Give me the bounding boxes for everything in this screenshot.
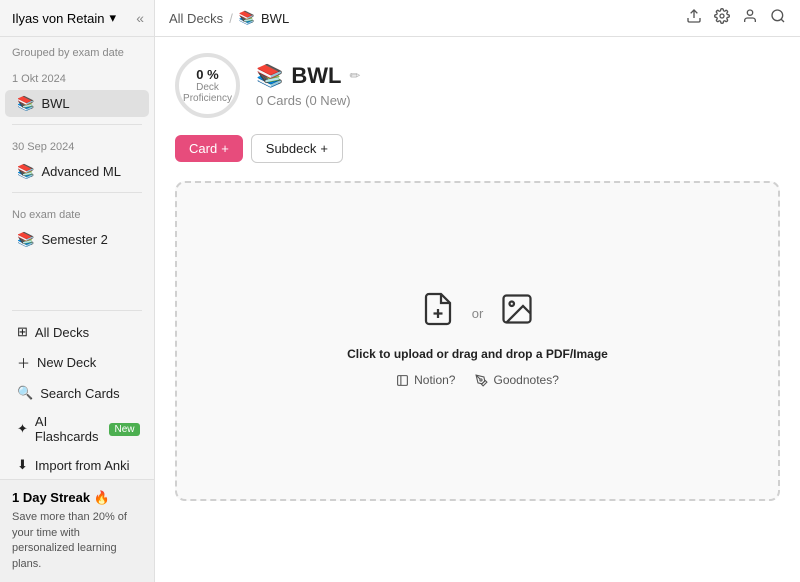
search-cards-icon: 🔍 (17, 385, 33, 401)
ai-flashcards-icon: ✦ (17, 421, 28, 437)
topbar-icons (686, 8, 786, 28)
grouped-label: Grouped by exam date (0, 37, 154, 63)
card-button-label: Card (189, 141, 217, 156)
section-date-2: 30 Sep 2024 (0, 131, 154, 157)
sidebar-item-label-bwl: BWL (41, 96, 69, 111)
user-name: Ilyas von Retain (12, 11, 105, 26)
upload-icons-row: or (420, 291, 536, 335)
proficiency-percent: 0 % (196, 67, 218, 82)
upload-image-icon (499, 291, 535, 335)
section-date-1: 1 Okt 2024 (0, 63, 154, 89)
deck-icon-advanced-ml: 📚 (17, 163, 34, 180)
streak-description: Save more than 20% of your time with per… (12, 510, 142, 572)
sidebar-item-all-decks[interactable]: ⊞ All Decks (5, 319, 149, 345)
topbar: All Decks / 📚 BWL (155, 0, 800, 37)
sidebar-user[interactable]: Ilyas von Retain ▾ (12, 10, 116, 26)
upload-text: Click to upload or drag and drop a PDF/I… (347, 347, 608, 361)
import-anki-icon: ⬇ (17, 457, 28, 473)
sidebar-item-new-deck[interactable]: ＋ New Deck (5, 348, 149, 377)
user-chevron: ▾ (110, 10, 117, 26)
proficiency-circle: 0 % Deck Proficiency (175, 53, 240, 118)
deck-icon-bwl: 📚 (17, 95, 34, 112)
notion-link[interactable]: Notion? (396, 373, 455, 387)
search-cards-label: Search Cards (40, 386, 119, 401)
sidebar-item-semester-2[interactable]: 📚 Semester 2 (5, 226, 149, 253)
upload-area-container: or Click to upload or drag and drop a PD… (155, 171, 800, 582)
subdeck-button-label: Subdeck (266, 141, 317, 156)
new-deck-icon: ＋ (17, 353, 30, 372)
proficiency-label: Deck (196, 82, 219, 93)
breadcrumb-deck-icon: 📚 (239, 10, 255, 26)
breadcrumb-all-decks[interactable]: All Decks (169, 11, 223, 26)
deck-title-icon: 📚 (256, 63, 283, 89)
profile-icon[interactable] (742, 8, 758, 28)
settings-icon[interactable] (714, 8, 730, 28)
breadcrumb: All Decks / 📚 BWL (169, 10, 289, 26)
upload-area[interactable]: or Click to upload or drag and drop a PD… (175, 181, 780, 501)
goodnotes-label: Goodnotes? (493, 373, 558, 387)
sidebar-item-ai-flashcards[interactable]: ✦ AI Flashcards New (5, 409, 149, 449)
card-plus-icon: + (221, 141, 229, 156)
sidebar-item-import-anki[interactable]: ⬇ Import from Anki (5, 452, 149, 478)
streak-title: 1 Day Streak 🔥 (12, 490, 142, 506)
new-deck-label: New Deck (37, 355, 96, 370)
notion-label: Notion? (414, 373, 455, 387)
upload-text-bold: Click to upload (347, 347, 433, 361)
sidebar-item-label-advanced-ml: Advanced ML (41, 164, 121, 179)
sidebar-bottom-nav: ⊞ All Decks ＋ New Deck 🔍 Search Cards ✦ … (0, 304, 154, 479)
deck-cards-count: 0 Cards (0 New) (256, 93, 780, 108)
deck-info: 📚 BWL ✏ 0 Cards (0 New) (256, 63, 780, 108)
deck-title-row: 📚 BWL ✏ (256, 63, 780, 89)
sidebar-collapse-button[interactable]: « (136, 10, 144, 26)
deck-edit-icon[interactable]: ✏ (350, 68, 361, 84)
ai-flashcards-label: AI Flashcards (35, 414, 99, 444)
upload-footer: Notion? Goodnotes? (396, 361, 559, 391)
upload-or-text: or (472, 306, 484, 321)
breadcrumb-separator: / (229, 11, 233, 26)
sidebar-item-search-cards[interactable]: 🔍 Search Cards (5, 380, 149, 406)
sidebar-header: Ilyas von Retain ▾ « (0, 0, 154, 37)
breadcrumb-deck-name: BWL (261, 11, 289, 26)
deck-header: 0 % Deck Proficiency 📚 BWL ✏ 0 Cards (0 … (155, 37, 800, 126)
proficiency-sublabel: Proficiency (183, 93, 232, 104)
sidebar-divider-2 (12, 192, 142, 193)
all-decks-icon: ⊞ (17, 324, 28, 340)
deck-icon-semester-2: 📚 (17, 231, 34, 248)
add-subdeck-button[interactable]: Subdeck + (251, 134, 343, 163)
streak-footer: 1 Day Streak 🔥 Save more than 20% of you… (0, 479, 154, 582)
sidebar-item-advanced-ml[interactable]: 📚 Advanced ML (5, 158, 149, 185)
all-decks-label: All Decks (35, 325, 89, 340)
sidebar: Ilyas von Retain ▾ « Grouped by exam dat… (0, 0, 155, 582)
upload-icon[interactable] (686, 8, 702, 28)
add-card-button[interactable]: Card + (175, 135, 243, 162)
sidebar-item-bwl[interactable]: 📚 BWL (5, 90, 149, 117)
sidebar-bottom-divider (12, 310, 142, 311)
deck-actions: Card + Subdeck + (155, 126, 800, 171)
section-date-3: No exam date (0, 199, 154, 225)
deck-title: 📚 BWL (256, 63, 342, 89)
main-content: All Decks / 📚 BWL 0 % Deck Proficiency (155, 0, 800, 582)
upload-text-rest: or drag and drop a PDF/Image (433, 347, 608, 361)
import-anki-label: Import from Anki (35, 458, 130, 473)
goodnotes-link[interactable]: Goodnotes? (475, 373, 558, 387)
ai-flashcards-badge: New (109, 423, 139, 436)
upload-file-icon (420, 291, 456, 335)
sidebar-item-label-semester-2: Semester 2 (41, 232, 107, 247)
subdeck-plus-icon: + (320, 141, 328, 156)
sidebar-divider-1 (12, 124, 142, 125)
search-icon[interactable] (770, 8, 786, 28)
